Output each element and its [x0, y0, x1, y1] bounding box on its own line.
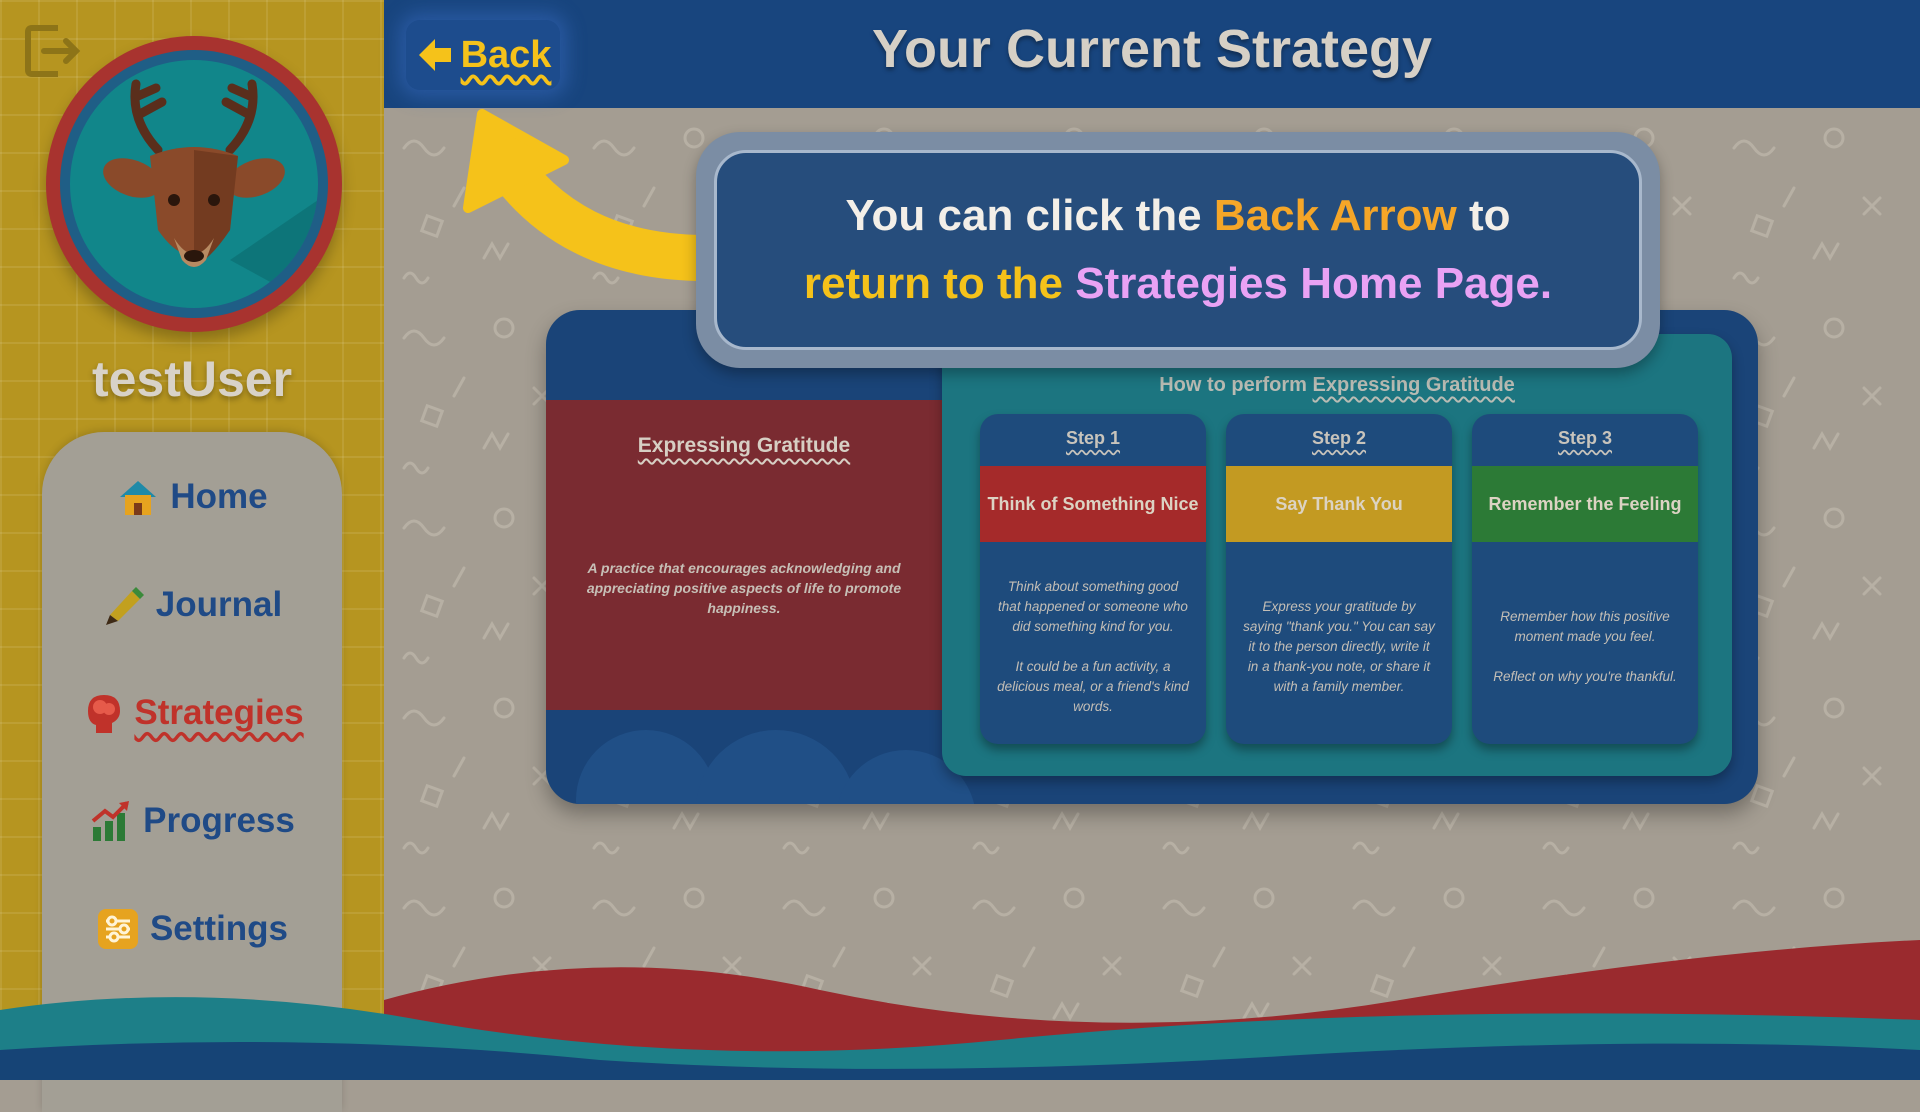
nav-label: Progress	[143, 801, 295, 840]
nav-item-strategies[interactable]: Strategies	[42, 678, 342, 748]
strategy-name: Expressing Gratitude	[637, 434, 851, 457]
pencil-icon	[105, 587, 144, 625]
nav-item-home[interactable]: Home	[42, 462, 342, 532]
step-label: Step 3	[1557, 428, 1613, 448]
sidebar: testUser Home Journal Strategies Progres…	[0, 0, 384, 1112]
step-label: Step 2	[1311, 428, 1367, 448]
step-text: Remember how this positive moment made y…	[1493, 609, 1677, 684]
step-card: Step 3 Remember the Feeling Remember how…	[1472, 414, 1698, 744]
step-title: Remember the Feeling	[1472, 466, 1698, 542]
username: testUser	[91, 351, 293, 407]
back-label: Back	[460, 33, 552, 76]
deer-avatar-icon	[103, 79, 318, 308]
tutorial-callout: You can click the Back Arrow to return t…	[696, 132, 1660, 368]
strategy-description-panel: Expressing Gratitude A practice that enc…	[546, 400, 942, 710]
nav-item-journal[interactable]: Journal	[42, 570, 342, 640]
strategy-description: A practice that encourages acknowledging…	[586, 560, 902, 616]
brain-head-icon	[88, 695, 121, 733]
step-label: Step 1	[1065, 428, 1121, 448]
tutorial-arrow-icon	[463, 109, 707, 281]
nav-item-progress[interactable]: Progress	[42, 786, 342, 856]
page-title: Your Current Strategy	[871, 19, 1433, 79]
strategy-card: Expressing Gratitude A practice that enc…	[546, 310, 1758, 804]
steps-heading: How to perform Expressing Gratitude	[1159, 374, 1515, 396]
back-button[interactable]: Back	[406, 20, 560, 90]
step-text: Think about something good that happened…	[997, 579, 1189, 714]
avatar[interactable]	[46, 36, 342, 332]
steps-panel: How to perform Expressing Gratitude Step…	[942, 334, 1732, 776]
logout-icon[interactable]	[22, 20, 84, 82]
chart-arrow-icon	[91, 801, 130, 841]
wave-decoration	[0, 940, 1920, 1080]
step-text: Express your gratitude by saying "thank …	[1243, 599, 1435, 694]
callout-line-2: return to the Strategies Home Page.	[803, 259, 1553, 308]
nav-label: Home	[170, 477, 268, 516]
nav-label: Strategies	[134, 693, 304, 732]
home-icon	[120, 481, 157, 515]
back-arrow-icon	[418, 39, 451, 71]
step-title: Think of Something Nice	[980, 466, 1206, 542]
step-title: Say Thank You	[1226, 466, 1452, 542]
callout-line-1: You can click the Back Arrow to	[845, 191, 1511, 240]
nav-label: Journal	[155, 585, 283, 624]
step-card: Step 2 Say Thank You Express your gratit…	[1226, 414, 1452, 744]
step-card: Step 1 Think of Something Nice Think abo…	[980, 414, 1206, 744]
